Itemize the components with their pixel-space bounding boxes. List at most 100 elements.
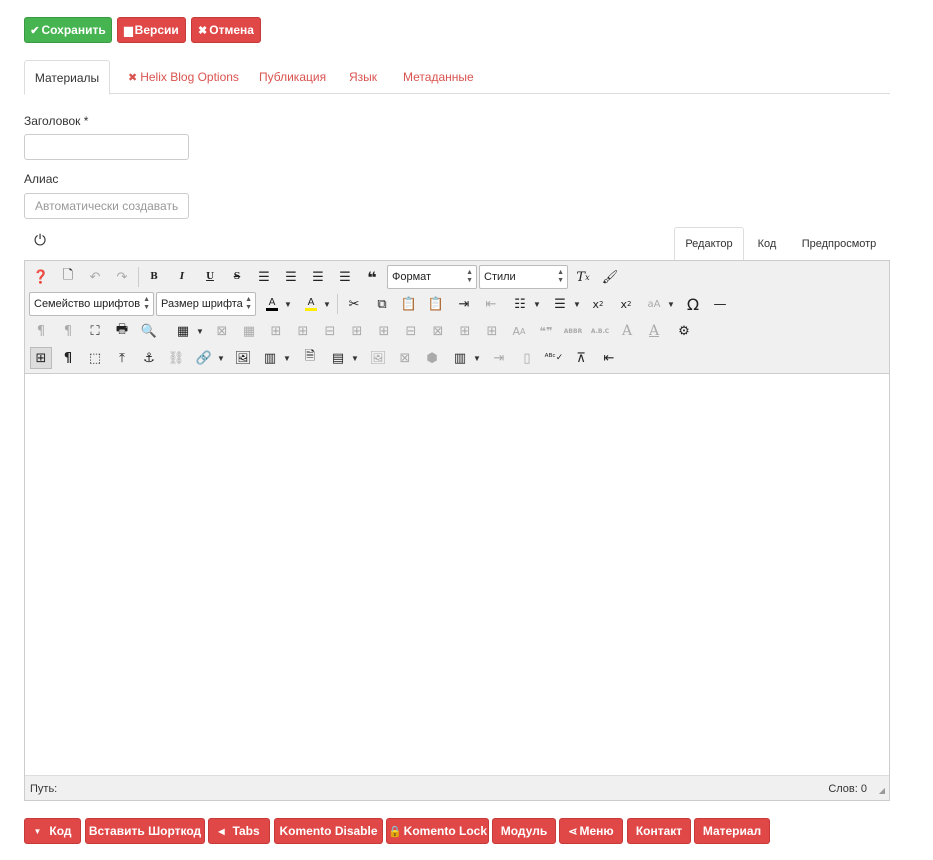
- font-family-select[interactable]: Семейство шрифтов ▲ ▼: [29, 292, 154, 316]
- editor-content-area[interactable]: [25, 374, 889, 775]
- alias-input[interactable]: [24, 193, 189, 219]
- anchor-icon[interactable]: ⚓: [138, 347, 160, 369]
- align-center-icon[interactable]: ☰: [280, 266, 302, 288]
- paint-format-icon[interactable]: 🖌: [599, 266, 621, 288]
- indent-icon[interactable]: ⇥: [453, 293, 475, 315]
- format-select[interactable]: Формат ▲ ▼: [387, 265, 477, 289]
- italic-icon[interactable]: I: [171, 266, 193, 288]
- clear-formatting-icon[interactable]: Tx: [572, 266, 594, 288]
- redo-icon[interactable]: ↷: [111, 266, 133, 288]
- tab-materials[interactable]: Материалы: [24, 60, 110, 95]
- horizontal-rule-icon[interactable]: —: [709, 293, 731, 315]
- delete-row-icon[interactable]: ⊟: [319, 320, 341, 342]
- styles-select[interactable]: Стили ▲ ▼: [479, 265, 568, 289]
- delete-cell-icon[interactable]: ⊠: [427, 320, 449, 342]
- resize-handle-icon[interactable]: ◢: [879, 786, 885, 795]
- tab-editor[interactable]: Редактор: [674, 227, 744, 261]
- insert-text-icon[interactable]: A: [616, 320, 638, 342]
- komento-disable-button[interactable]: Komento Disable: [274, 818, 383, 844]
- table-row-props-icon[interactable]: ▦: [238, 320, 260, 342]
- paste-icon[interactable]: 📋: [398, 293, 420, 315]
- tab-publishing[interactable]: Публикация: [247, 60, 338, 94]
- tab-helix-blog-options[interactable]: ✖ Helix Blog Options: [116, 60, 251, 94]
- chevron-down-icon[interactable]: ▼: [667, 293, 675, 315]
- insert-shortcode-button[interactable]: Вставить Шорткод: [85, 818, 205, 844]
- tab-code[interactable]: Код: [750, 227, 784, 260]
- tab-preview[interactable]: Предпросмотр: [794, 227, 884, 260]
- delete-col-icon[interactable]: ⊟: [400, 320, 422, 342]
- code-button[interactable]: ▼ Код: [24, 818, 81, 844]
- split-cells-icon[interactable]: ⊞: [481, 320, 503, 342]
- cancel-button[interactable]: ✖ Отмена: [191, 17, 261, 43]
- acronym-icon[interactable]: A.B.C: [589, 320, 611, 342]
- columns-icon[interactable]: ▥: [449, 347, 471, 369]
- chevron-down-icon[interactable]: ▼: [217, 347, 225, 369]
- tab-language[interactable]: Язык: [337, 60, 389, 94]
- outdent-icon[interactable]: ⇤: [480, 293, 502, 315]
- superscript-icon[interactable]: x2: [615, 293, 637, 315]
- ltr-icon[interactable]: ¶: [30, 320, 52, 342]
- unlink-icon[interactable]: ⛓: [165, 347, 187, 369]
- quote-icon[interactable]: ❝❞: [535, 320, 557, 342]
- chevron-down-icon[interactable]: ▼: [283, 347, 291, 369]
- insert-row-before-icon[interactable]: ⊞: [265, 320, 287, 342]
- contact-button[interactable]: Контакт: [627, 818, 691, 844]
- chevron-down-icon[interactable]: ▼: [323, 293, 331, 315]
- remove-column-icon[interactable]: ▯: [516, 347, 538, 369]
- chevron-down-icon[interactable]: ▼: [533, 293, 541, 315]
- rtl-icon[interactable]: ¶: [57, 320, 79, 342]
- link-icon[interactable]: 🔗: [193, 347, 215, 369]
- cube-icon[interactable]: ⬢: [421, 347, 443, 369]
- template-icon[interactable]: ▤: [327, 347, 349, 369]
- tabs-button[interactable]: ◀ Tabs: [208, 818, 270, 844]
- chevron-down-icon[interactable]: ▼: [196, 320, 204, 342]
- search-icon[interactable]: 🔍: [138, 320, 160, 342]
- title-input[interactable]: [24, 134, 189, 160]
- show-invisibles-icon[interactable]: ¶: [57, 347, 79, 369]
- read-more-icon[interactable]: ⇤: [598, 347, 620, 369]
- insert-icon[interactable]: ⤒: [111, 347, 133, 369]
- font-case-icon[interactable]: aA: [643, 293, 665, 315]
- align-right-icon[interactable]: ☰: [334, 266, 356, 288]
- undo-icon[interactable]: ↶: [84, 266, 106, 288]
- visual-aid-icon[interactable]: ⬚: [84, 347, 106, 369]
- copy-icon[interactable]: ⧉: [371, 293, 393, 315]
- special-character-icon[interactable]: Ω: [682, 293, 704, 315]
- underline-icon[interactable]: U: [199, 266, 221, 288]
- visual-blocks-icon[interactable]: ⊞: [30, 347, 52, 369]
- text-color-icon[interactable]: A: [261, 293, 283, 315]
- spellcheck-icon[interactable]: ᴬᴮᶜ✓: [543, 347, 565, 369]
- numbered-list-icon[interactable]: ☷: [509, 293, 531, 315]
- delete-block-icon[interactable]: ⊠: [394, 347, 416, 369]
- background-color-icon[interactable]: A: [300, 293, 322, 315]
- blockquote-icon[interactable]: ❝: [361, 266, 383, 288]
- chevron-down-icon[interactable]: ▼: [473, 347, 481, 369]
- fullscreen-icon[interactable]: ⛶: [84, 320, 106, 342]
- power-toggle-icon[interactable]: ⏻: [31, 231, 49, 249]
- table-icon[interactable]: ▦: [172, 320, 194, 342]
- merge-cells-icon[interactable]: ⊞: [454, 320, 476, 342]
- insert-column-icon[interactable]: ⇥: [488, 347, 510, 369]
- image-icon[interactable]: 🖼: [232, 347, 254, 369]
- text-direction-icon[interactable]: AA: [508, 320, 530, 342]
- komento-lock-button[interactable]: 🔒 Komento Lock: [386, 818, 489, 844]
- article-button[interactable]: Материал: [694, 818, 770, 844]
- print-icon[interactable]: 🖶: [111, 320, 133, 342]
- save-button[interactable]: ✔ Сохранить: [24, 17, 112, 43]
- delete-text-icon[interactable]: A: [643, 320, 665, 342]
- tab-metadata[interactable]: Метаданные: [391, 60, 486, 94]
- image-placeholder-icon[interactable]: 🖼: [367, 347, 389, 369]
- chevron-down-icon[interactable]: ▼: [573, 293, 581, 315]
- chevron-down-icon[interactable]: ▼: [284, 293, 292, 315]
- gear-icon[interactable]: ⚙: [673, 320, 695, 342]
- versions-button[interactable]: ▆ Версии: [117, 17, 186, 43]
- insert-row-after-icon[interactable]: ⊞: [292, 320, 314, 342]
- document-icon[interactable]: 🗎: [299, 347, 321, 369]
- insert-col-after-icon[interactable]: ⊞: [373, 320, 395, 342]
- cut-icon[interactable]: ✂: [343, 293, 365, 315]
- new-document-icon[interactable]: 🗋: [57, 266, 79, 288]
- align-left-icon[interactable]: ☰: [307, 266, 329, 288]
- insert-col-before-icon[interactable]: ⊞: [346, 320, 368, 342]
- strikethrough-icon[interactable]: S: [226, 266, 248, 288]
- media-icon[interactable]: ▥: [259, 347, 281, 369]
